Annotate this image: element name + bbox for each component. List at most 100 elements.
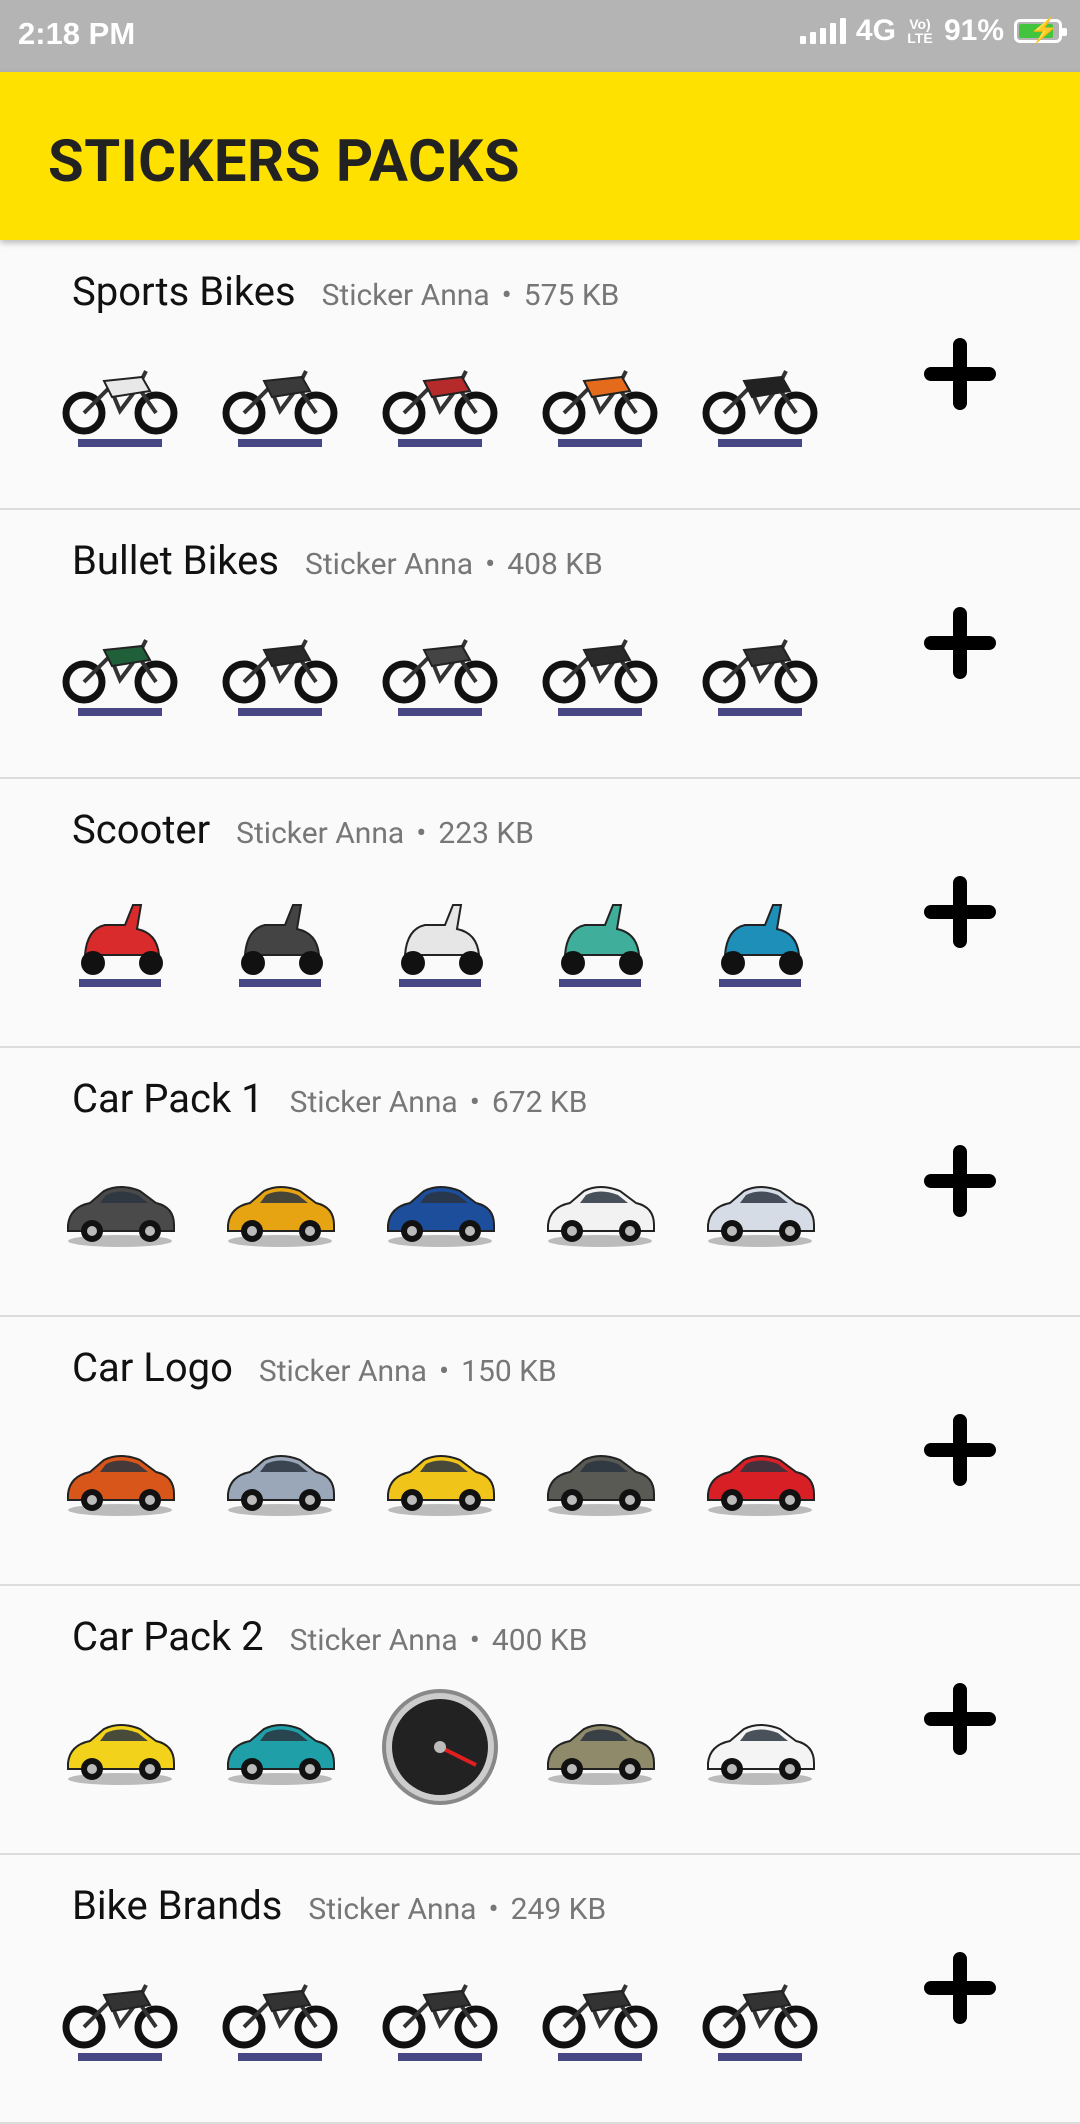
sticker-thumbnail — [540, 342, 660, 462]
add-pack-button[interactable] — [922, 605, 998, 681]
sticker-thumbnail — [60, 1149, 180, 1269]
pack-name: Scooter — [72, 806, 211, 853]
sticker-thumbnail — [220, 342, 340, 462]
sticker-thumbnail — [700, 342, 820, 462]
pack-size: 408 KB — [507, 547, 603, 582]
pack-name: Bike Brands — [72, 1882, 283, 1929]
network-type: 4G — [855, 14, 896, 47]
sticker-thumbnail — [700, 1956, 820, 2076]
pack-author: Sticker Anna — [289, 1085, 458, 1120]
sticker-thumbnail — [380, 880, 500, 1000]
sticker-thumbnail — [220, 611, 340, 731]
pack-name: Car Logo — [72, 1344, 233, 1391]
separator-dot: • — [488, 1892, 499, 1927]
pack-author: Sticker Anna — [236, 816, 405, 851]
separator-dot: • — [469, 1623, 480, 1658]
battery-icon: ⚡ — [1014, 17, 1067, 44]
sticker-thumbnail — [380, 1687, 500, 1807]
sticker-pack-row[interactable]: Scooter Sticker Anna • 223 KB — [0, 780, 1080, 1048]
pack-header: Scooter Sticker Anna • 223 KB — [72, 806, 534, 853]
app-bar: STICKERS PACKS — [0, 72, 1080, 240]
sticker-thumbnail — [380, 1418, 500, 1538]
sticker-thumbnail — [380, 342, 500, 462]
sticker-pack-row[interactable]: Bullet Bikes Sticker Anna • 408 KB — [0, 511, 1080, 779]
sticker-thumbnail — [60, 611, 180, 731]
sticker-thumbnail — [540, 611, 660, 731]
sticker-thumbnail — [700, 1149, 820, 1269]
sticker-thumbnail — [380, 1149, 500, 1269]
sticker-thumbnail — [540, 1149, 660, 1269]
separator-dot: • — [469, 1085, 480, 1120]
pack-header: Car Pack 1 Sticker Anna • 672 KB — [72, 1075, 587, 1122]
sticker-thumbnail — [220, 1418, 340, 1538]
sticker-thumbnail — [700, 611, 820, 731]
pack-header: Sports Bikes Sticker Anna • 575 KB — [72, 268, 619, 315]
sticker-previews — [60, 342, 820, 462]
pack-size: 223 KB — [438, 816, 534, 851]
status-icons: 4G Vo) LTE 91% ⚡ — [799, 14, 1067, 48]
sticker-thumbnail — [380, 1956, 500, 2076]
sticker-thumbnail — [60, 342, 180, 462]
sticker-thumbnail — [700, 880, 820, 1000]
sticker-thumbnail — [220, 1956, 340, 2076]
status-bar: 2:18 PM 4G Vo) LTE 91% ⚡ — [0, 0, 1080, 72]
sticker-thumbnail — [540, 880, 660, 1000]
sticker-thumbnail — [60, 1687, 180, 1807]
add-pack-button[interactable] — [922, 1950, 998, 2026]
battery-percent: 91% — [943, 14, 1004, 47]
sticker-thumbnail — [60, 880, 180, 1000]
sticker-pack-row[interactable]: Car Logo Sticker Anna • 150 KB — [0, 1318, 1080, 1586]
add-pack-button[interactable] — [922, 1681, 998, 1757]
sticker-thumbnail — [220, 1149, 340, 1269]
sticker-previews — [60, 611, 820, 731]
page-title: STICKERS PACKS — [48, 128, 521, 196]
sticker-thumbnail — [60, 1956, 180, 2076]
status-time: 2:18 PM — [18, 16, 136, 51]
pack-author: Sticker Anna — [289, 1623, 458, 1658]
sticker-previews — [60, 1956, 820, 2076]
pack-name: Car Pack 1 — [72, 1075, 264, 1122]
pack-header: Bullet Bikes Sticker Anna • 408 KB — [72, 537, 603, 584]
sticker-thumbnail — [540, 1956, 660, 2076]
sticker-thumbnail — [60, 1418, 180, 1538]
sticker-pack-row[interactable]: Car Pack 1 Sticker Anna • 672 KB — [0, 1049, 1080, 1317]
sticker-previews — [60, 1418, 820, 1538]
pack-size: 249 KB — [510, 1892, 607, 1927]
pack-size: 672 KB — [491, 1085, 588, 1120]
signal-icon — [799, 18, 846, 44]
add-pack-button[interactable] — [922, 336, 998, 412]
separator-dot: • — [485, 547, 496, 582]
pack-size: 400 KB — [491, 1623, 588, 1658]
sticker-thumbnail — [700, 1687, 820, 1807]
pack-header: Car Logo Sticker Anna • 150 KB — [72, 1344, 557, 1391]
pack-header: Bike Brands Sticker Anna • 249 KB — [72, 1882, 606, 1929]
pack-author: Sticker Anna — [321, 278, 490, 313]
add-pack-button[interactable] — [922, 1143, 998, 1219]
sticker-previews — [60, 880, 820, 1000]
separator-dot: • — [438, 1354, 450, 1389]
sticker-thumbnail — [540, 1418, 660, 1538]
pack-header: Car Pack 2 Sticker Anna • 400 KB — [72, 1613, 587, 1660]
sticker-previews — [60, 1149, 820, 1269]
add-pack-button[interactable] — [922, 874, 998, 950]
pack-author: Sticker Anna — [305, 547, 474, 582]
pack-size: 150 KB — [461, 1354, 557, 1389]
pack-name: Sports Bikes — [72, 268, 296, 315]
sticker-thumbnail — [220, 1687, 340, 1807]
sticker-pack-row[interactable]: Sports Bikes Sticker Anna • 575 KB — [0, 242, 1080, 510]
volte-icon: Vo) LTE — [907, 16, 933, 46]
sticker-pack-row[interactable]: Bike Brands Sticker Anna • 249 KB — [0, 1856, 1080, 2124]
pack-author: Sticker Anna — [308, 1892, 477, 1927]
sticker-pack-row[interactable]: Car Pack 2 Sticker Anna • 400 KB — [0, 1587, 1080, 1855]
sticker-thumbnail — [700, 1418, 820, 1538]
sticker-thumbnail — [220, 880, 340, 1000]
pack-name: Bullet Bikes — [72, 537, 280, 584]
sticker-thumbnail — [540, 1687, 660, 1807]
add-pack-button[interactable] — [922, 1412, 998, 1488]
pack-author: Sticker Anna — [258, 1354, 427, 1389]
pack-name: Car Pack 2 — [72, 1613, 264, 1660]
sticker-thumbnail — [380, 611, 500, 731]
separator-dot: • — [501, 278, 512, 313]
sticker-previews — [60, 1687, 820, 1807]
separator-dot: • — [416, 816, 427, 851]
